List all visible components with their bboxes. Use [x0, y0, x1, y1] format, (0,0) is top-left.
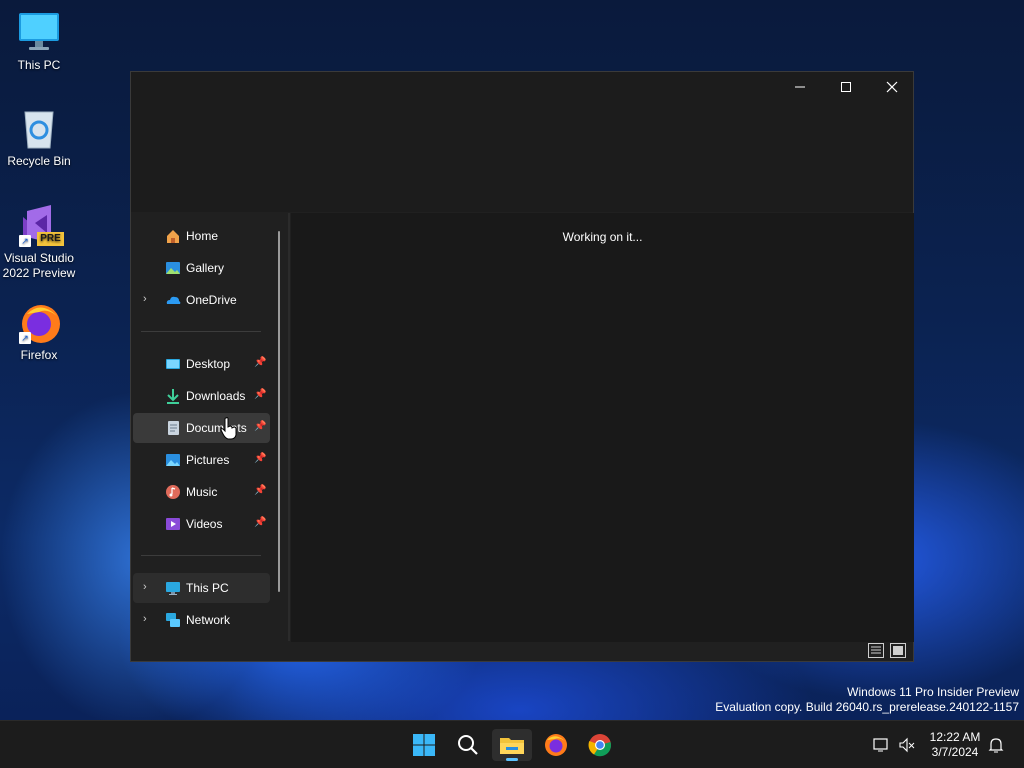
downloads-icon — [165, 388, 181, 404]
title-bar[interactable] — [131, 72, 913, 212]
gallery-icon — [165, 260, 181, 276]
loading-status: Working on it... — [562, 230, 643, 244]
desktop-icon-visual-studio[interactable]: PRE ↗ Visual Studio 2022 Preview — [2, 203, 76, 281]
desktop-folder-icon — [165, 356, 181, 372]
evaluation-watermark: Windows 11 Pro Insider Preview Evaluatio… — [715, 685, 1019, 715]
pre-badge: PRE — [37, 232, 64, 246]
music-icon — [165, 484, 181, 500]
nav-item-documents[interactable]: Documents 📌 — [133, 413, 270, 443]
large-icons-view-button[interactable] — [890, 643, 906, 658]
monitor-icon — [17, 10, 61, 54]
maximize-button[interactable] — [823, 72, 869, 102]
nav-item-downloads[interactable]: Downloads 📌 — [133, 381, 270, 411]
system-clock[interactable]: 12:22 AM 3/7/2024 — [925, 730, 985, 760]
nav-item-pictures[interactable]: Pictures 📌 — [133, 445, 270, 475]
desktop-icon-firefox[interactable]: ↗ Firefox — [2, 300, 76, 363]
nav-separator — [141, 331, 261, 332]
pin-icon[interactable]: 📌 — [254, 421, 266, 432]
nav-item-gallery[interactable]: Gallery — [133, 253, 270, 283]
nav-scrollbar[interactable] — [278, 231, 280, 592]
close-button[interactable] — [869, 72, 915, 102]
taskbar[interactable]: 12:22 AM 3/7/2024 — [0, 720, 1024, 768]
nav-item-label: Pictures — [186, 453, 230, 467]
notification-bell-icon[interactable] — [987, 736, 1005, 754]
videos-icon — [165, 516, 181, 532]
nav-item-home[interactable]: Home — [133, 221, 270, 251]
nav-item-onedrive[interactable]: › OneDrive — [133, 285, 270, 315]
close-icon — [886, 81, 898, 93]
desktop-icon-recycle-bin[interactable]: Recycle Bin — [2, 106, 76, 169]
shortcut-arrow-icon: ↗ — [19, 235, 31, 247]
this-pc-icon — [165, 580, 181, 596]
search-button[interactable] — [448, 729, 488, 761]
nav-item-label: This PC — [186, 581, 229, 595]
nav-item-label: Downloads — [186, 389, 246, 403]
file-explorer-icon — [500, 738, 524, 754]
search-icon — [458, 735, 478, 755]
chevron-right-icon[interactable]: › — [143, 581, 153, 593]
chrome-icon — [588, 734, 612, 757]
nav-item-label: Home — [186, 229, 219, 243]
nav-separator — [141, 555, 261, 556]
desktop-icon-this-pc[interactable]: This PC — [2, 10, 76, 73]
visual-studio-icon: PRE ↗ — [17, 203, 64, 247]
nav-item-desktop[interactable]: Desktop 📌 — [133, 349, 270, 379]
desktop-icon-label: Recycle Bin — [7, 154, 71, 168]
navigation-pane[interactable]: Home Gallery › OneDrive Desktop 📌 Downlo… — [131, 213, 287, 643]
nav-item-label: Desktop — [186, 357, 231, 371]
start-button[interactable] — [404, 729, 444, 761]
details-view-icon — [871, 646, 881, 654]
home-icon — [165, 228, 181, 244]
content-pane[interactable]: Working on it... — [291, 213, 914, 642]
documents-icon — [165, 420, 181, 436]
hand-cursor-icon — [220, 417, 238, 441]
details-view-button[interactable] — [868, 643, 884, 658]
maximize-icon — [841, 82, 851, 92]
volume-muted-icon[interactable] — [898, 736, 916, 754]
file-explorer-taskbar-button[interactable] — [492, 729, 532, 761]
windows-start-icon — [413, 734, 435, 756]
pin-icon[interactable]: 📌 — [254, 453, 266, 464]
pin-icon[interactable]: 📌 — [254, 517, 266, 528]
pin-icon[interactable]: 📌 — [254, 485, 266, 496]
nav-item-this-pc[interactable]: › This PC — [133, 573, 270, 603]
watermark-line-2: Evaluation copy. Build 26040.rs_prerelea… — [715, 700, 1019, 714]
nav-item-videos[interactable]: Videos 📌 — [133, 509, 270, 539]
onedrive-icon — [165, 292, 181, 308]
nav-item-label: Network — [186, 613, 231, 627]
firefox-icon — [545, 734, 567, 756]
chevron-right-icon[interactable]: › — [143, 293, 153, 305]
firefox-taskbar-button[interactable] — [536, 729, 576, 761]
chrome-taskbar-button[interactable] — [580, 729, 620, 761]
nav-item-label: Videos — [186, 517, 223, 531]
nav-item-label: Gallery — [186, 261, 225, 275]
active-app-indicator — [506, 758, 518, 761]
shortcut-arrow-icon: ↗ — [19, 332, 31, 344]
watermark-line-1: Windows 11 Pro Insider Preview — [847, 685, 1019, 699]
tiles-view-icon — [893, 646, 903, 655]
pin-icon[interactable]: 📌 — [254, 389, 266, 400]
nav-item-label: OneDrive — [186, 293, 237, 307]
minimize-button[interactable] — [777, 72, 823, 102]
pin-icon[interactable]: 📌 — [254, 357, 266, 368]
desktop-icon-label: Firefox — [20, 348, 58, 362]
desktop-icon-label: Visual Studio 2022 Preview — [2, 251, 76, 280]
network-icon — [165, 612, 181, 628]
firefox-icon: ↗ — [17, 300, 61, 344]
nav-item-network[interactable]: › Network — [133, 605, 270, 635]
minimize-icon — [795, 86, 805, 88]
clock-date: 3/7/2024 — [931, 745, 979, 759]
recycle-bin-icon — [17, 106, 61, 150]
desktop-icon-label: This PC — [17, 58, 61, 72]
nav-item-music[interactable]: Music 📌 — [133, 477, 270, 507]
clock-time: 12:22 AM — [929, 730, 981, 744]
pictures-icon — [165, 452, 181, 468]
network-disconnected-icon[interactable] — [872, 736, 890, 754]
chevron-right-icon[interactable]: › — [143, 613, 153, 625]
pane-divider[interactable] — [288, 213, 290, 641]
file-explorer-window[interactable]: Home Gallery › OneDrive Desktop 📌 Downlo… — [130, 71, 914, 662]
nav-item-label: Music — [186, 485, 218, 499]
